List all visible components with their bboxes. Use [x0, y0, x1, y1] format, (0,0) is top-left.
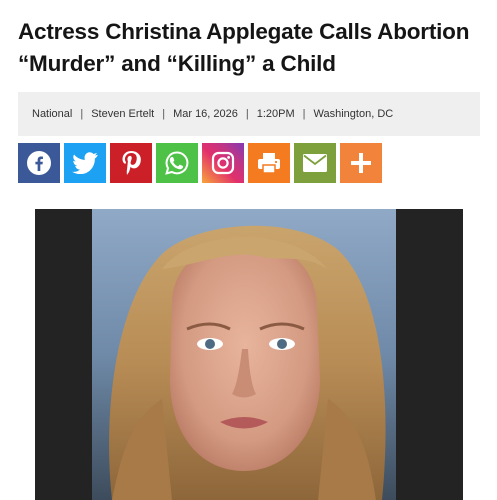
twitter-icon: [72, 152, 98, 174]
pinterest-icon: [122, 151, 141, 175]
facebook-share-button[interactable]: [18, 143, 60, 183]
twitter-share-button[interactable]: [64, 143, 106, 183]
instagram-icon: [211, 151, 235, 175]
meta-date: Mar 16, 2026: [173, 108, 238, 120]
article-headline: Actress Christina Applegate Calls Aborti…: [18, 16, 483, 80]
meta-separator: |: [80, 108, 84, 120]
instagram-share-button[interactable]: [202, 143, 244, 183]
article-meta-bar: National | Steven Ertelt | Mar 16, 2026 …: [18, 92, 480, 136]
meta-separator: |: [162, 108, 166, 120]
article-photo: [35, 209, 463, 500]
portrait-image: [92, 209, 396, 500]
email-icon: [303, 154, 327, 172]
facebook-icon: [27, 151, 51, 175]
more-share-button[interactable]: [340, 143, 382, 183]
headline-line-2: “Murder” and “Killing” a Child: [18, 51, 336, 76]
share-buttons: [18, 143, 382, 183]
meta-location: Washington, DC: [313, 108, 394, 120]
meta-separator: |: [245, 108, 249, 120]
meta-author-link[interactable]: Steven Ertelt: [91, 108, 154, 120]
print-share-button[interactable]: [248, 143, 290, 183]
whatsapp-share-button[interactable]: [156, 143, 198, 183]
headline-line-1: Actress Christina Applegate Calls Aborti…: [18, 19, 470, 44]
whatsapp-icon: [165, 151, 189, 175]
more-icon: [351, 153, 371, 173]
pinterest-share-button[interactable]: [110, 143, 152, 183]
print-icon: [258, 153, 280, 174]
meta-time: 1:20PM: [256, 108, 295, 120]
email-share-button[interactable]: [294, 143, 336, 183]
meta-separator: |: [302, 108, 306, 120]
meta-section-link[interactable]: National: [32, 108, 72, 120]
